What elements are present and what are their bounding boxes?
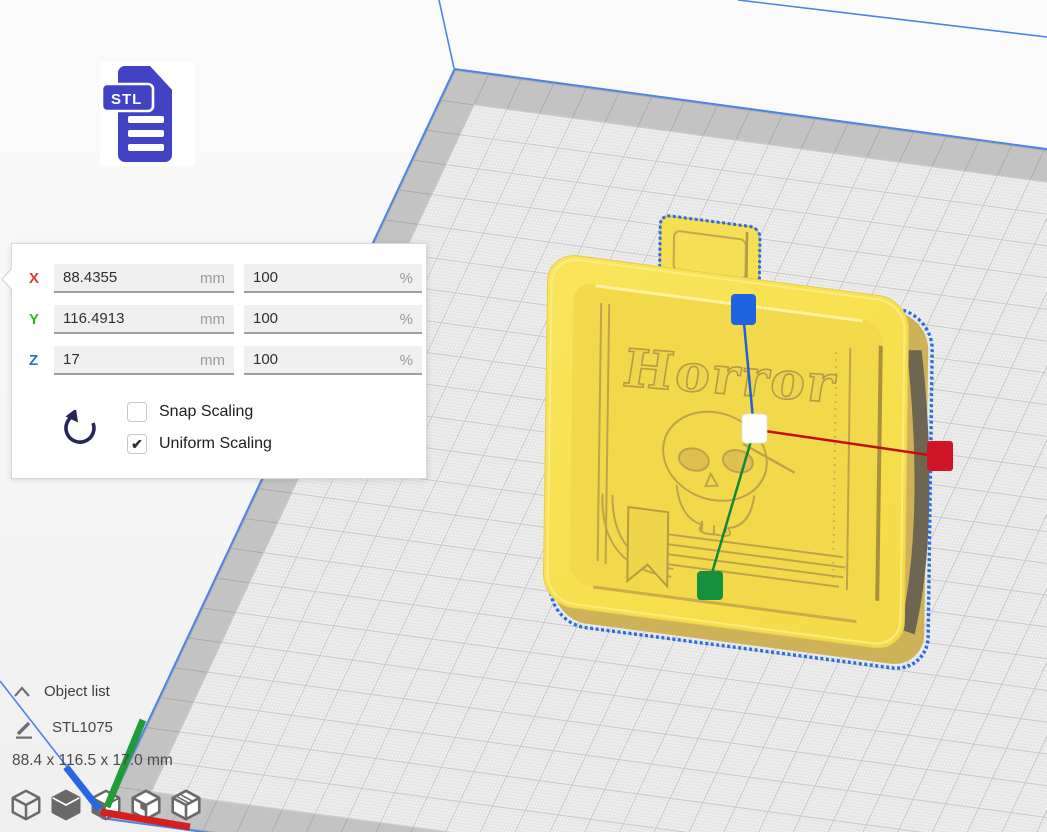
snap-scaling-label: Snap Scaling (159, 403, 253, 421)
view-right-button[interactable] (168, 786, 204, 824)
view-3d-button[interactable] (8, 786, 44, 824)
axis-z-label: Z (29, 352, 44, 369)
viewport[interactable]: Horror Object list STL1075 88.4 x 116.5 … (0, 0, 1047, 832)
axis-x-label: X (29, 270, 44, 287)
view-preset-toolbar (8, 786, 204, 824)
model-type-icon (13, 719, 35, 741)
reset-scale-button[interactable] (62, 410, 98, 446)
snap-scaling-row: Snap Scaling (127, 402, 253, 422)
scale-handle-center[interactable] (742, 414, 767, 443)
object-list-item[interactable]: STL1075 (52, 719, 113, 736)
stl-file-thumbnail: STL (100, 62, 195, 166)
uniform-scaling-row: ✔ Uniform Scaling (127, 434, 272, 454)
scale-handle-y[interactable] (697, 571, 723, 600)
scale-handle-x[interactable] (927, 441, 953, 471)
uniform-check-glyph: ✔ (131, 436, 143, 453)
scale-row-y: Y mm % (29, 304, 422, 334)
selection-dimensions: 88.4 x 116.5 x 17.0 mm (12, 752, 173, 770)
scale-y-mm-input[interactable] (54, 305, 234, 334)
scale-x-percent-input[interactable] (244, 264, 422, 293)
cube-right-icon (168, 786, 204, 824)
cube-front-icon (48, 786, 84, 824)
view-front-button[interactable] (48, 786, 84, 824)
uniform-scaling-label: Uniform Scaling (159, 435, 272, 453)
object-list-toggle-chevron-icon[interactable] (12, 685, 34, 699)
snap-scaling-checkbox[interactable] (127, 402, 147, 422)
axis-y-label: Y (29, 311, 44, 328)
scale-row-x: X mm % (29, 263, 422, 293)
stl-file-icon: STL (100, 62, 195, 166)
cube-3d-icon (8, 786, 44, 824)
scale-x-mm-input[interactable] (54, 264, 234, 293)
cube-left-icon (128, 786, 164, 824)
view-left-button[interactable] (128, 786, 164, 824)
reset-rotate-icon (62, 410, 98, 446)
object-list-label[interactable]: Object list (44, 683, 110, 700)
scale-z-percent-input[interactable] (244, 346, 422, 375)
scale-y-percent-input[interactable] (244, 305, 422, 334)
scale-z-mm-input[interactable] (54, 346, 234, 375)
uniform-scaling-checkbox[interactable]: ✔ (127, 434, 147, 454)
scale-tool-panel: X mm % Y mm % Z mm (11, 243, 427, 479)
cube-top-icon (88, 786, 124, 824)
stl-badge-text: STL (111, 91, 142, 108)
view-top-button[interactable] (88, 786, 124, 824)
scale-row-z: Z mm % (29, 345, 422, 375)
scale-handle-z[interactable] (731, 294, 756, 325)
